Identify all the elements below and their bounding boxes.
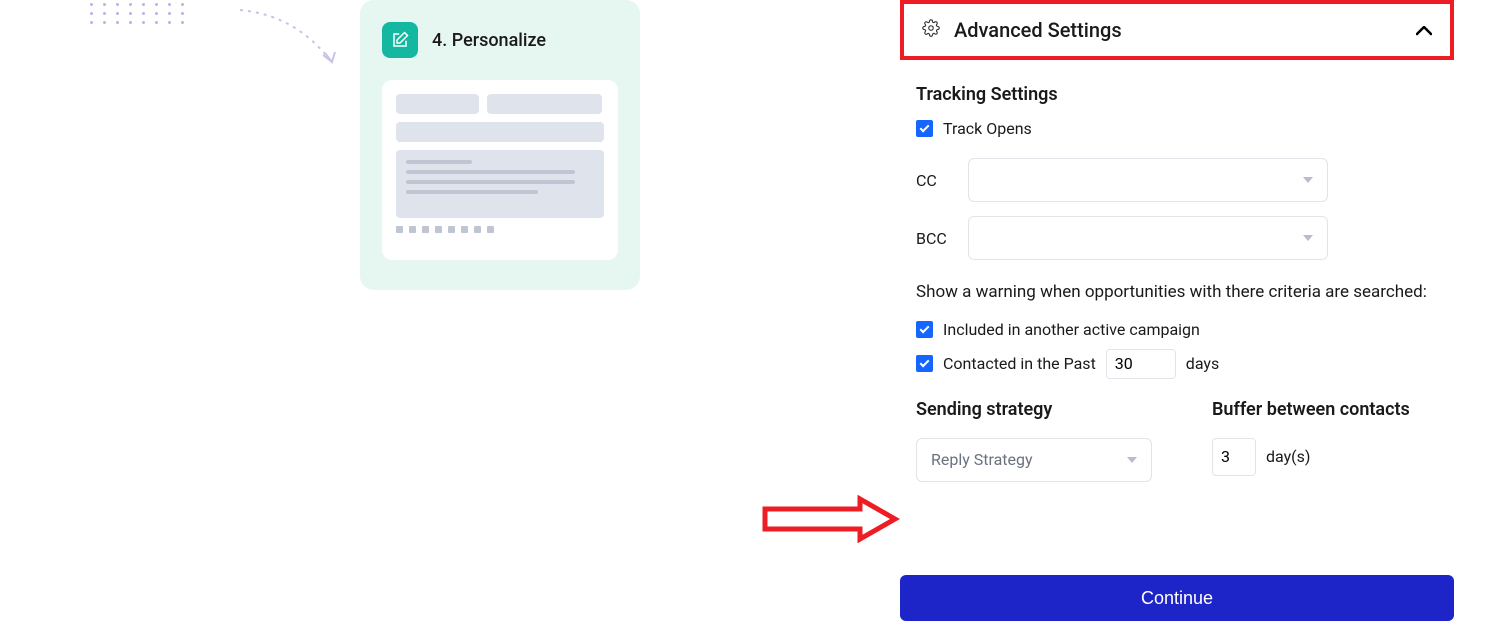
advanced-settings-toggle[interactable]: Advanced Settings — [900, 0, 1454, 60]
contacted-past-prefix: Contacted in the Past — [943, 354, 1096, 373]
included-campaign-checkbox[interactable] — [916, 321, 933, 338]
chevron-down-icon — [1127, 457, 1137, 463]
chevron-down-icon — [1303, 235, 1313, 241]
gear-icon — [922, 19, 940, 41]
buffer-col: Buffer between contacts day(s) — [1212, 399, 1410, 482]
warning-section: Show a warning when opportunities with t… — [916, 280, 1460, 379]
continue-button[interactable]: Continue — [900, 575, 1454, 621]
tracking-heading: Tracking Settings — [916, 84, 1460, 105]
bcc-label: BCC — [916, 229, 954, 248]
buffer-unit: day(s) — [1266, 447, 1310, 466]
contacted-days-input[interactable] — [1106, 349, 1176, 379]
bcc-row: BCC — [916, 216, 1460, 260]
card-title: 4. Personalize — [432, 30, 546, 51]
cc-label: CC — [916, 171, 954, 190]
sending-strategy-value: Reply Strategy — [931, 450, 1033, 469]
cc-bcc-section: CC BCC — [916, 158, 1460, 260]
strategy-buffer-section: Sending strategy Reply Strategy Buffer b… — [916, 399, 1460, 482]
track-opens-checkbox[interactable] — [916, 120, 933, 137]
advanced-settings-title: Advanced Settings — [954, 18, 1122, 42]
chevron-down-icon — [1303, 177, 1313, 183]
contacted-past-suffix: days — [1186, 354, 1219, 373]
warning-text: Show a warning when opportunities with t… — [916, 280, 1436, 306]
settings-panel: Advanced Settings Tracking Settings Trac… — [900, 0, 1460, 502]
buffer-heading: Buffer between contacts — [1212, 399, 1410, 420]
edit-icon — [382, 22, 418, 58]
cc-select[interactable] — [968, 158, 1328, 202]
annotation-arrow-icon — [760, 495, 900, 543]
chevron-up-icon — [1416, 21, 1432, 40]
track-opens-label: Track Opens — [943, 119, 1032, 138]
dots-decoration — [85, 0, 195, 50]
card-header: 4. Personalize — [382, 22, 618, 58]
sending-strategy-heading: Sending strategy — [916, 399, 1152, 420]
curved-arrow-decoration — [235, 5, 345, 75]
buffer-value-input[interactable] — [1212, 438, 1256, 476]
included-campaign-row: Included in another active campaign — [916, 320, 1460, 339]
cc-row: CC — [916, 158, 1460, 202]
email-preview-mock — [382, 80, 618, 260]
tracking-section: Tracking Settings Track Opens — [916, 84, 1460, 138]
contacted-past-row: Contacted in the Past days — [916, 349, 1460, 379]
left-decorative-area: 4. Personalize — [0, 0, 700, 642]
bcc-select[interactable] — [968, 216, 1328, 260]
sending-strategy-col: Sending strategy Reply Strategy — [916, 399, 1152, 482]
contacted-past-checkbox[interactable] — [916, 355, 933, 372]
included-campaign-label: Included in another active campaign — [943, 320, 1200, 339]
buffer-row: day(s) — [1212, 438, 1410, 476]
personalize-step-card: 4. Personalize — [360, 0, 640, 290]
sending-strategy-select[interactable]: Reply Strategy — [916, 438, 1152, 482]
track-opens-row: Track Opens — [916, 119, 1460, 138]
